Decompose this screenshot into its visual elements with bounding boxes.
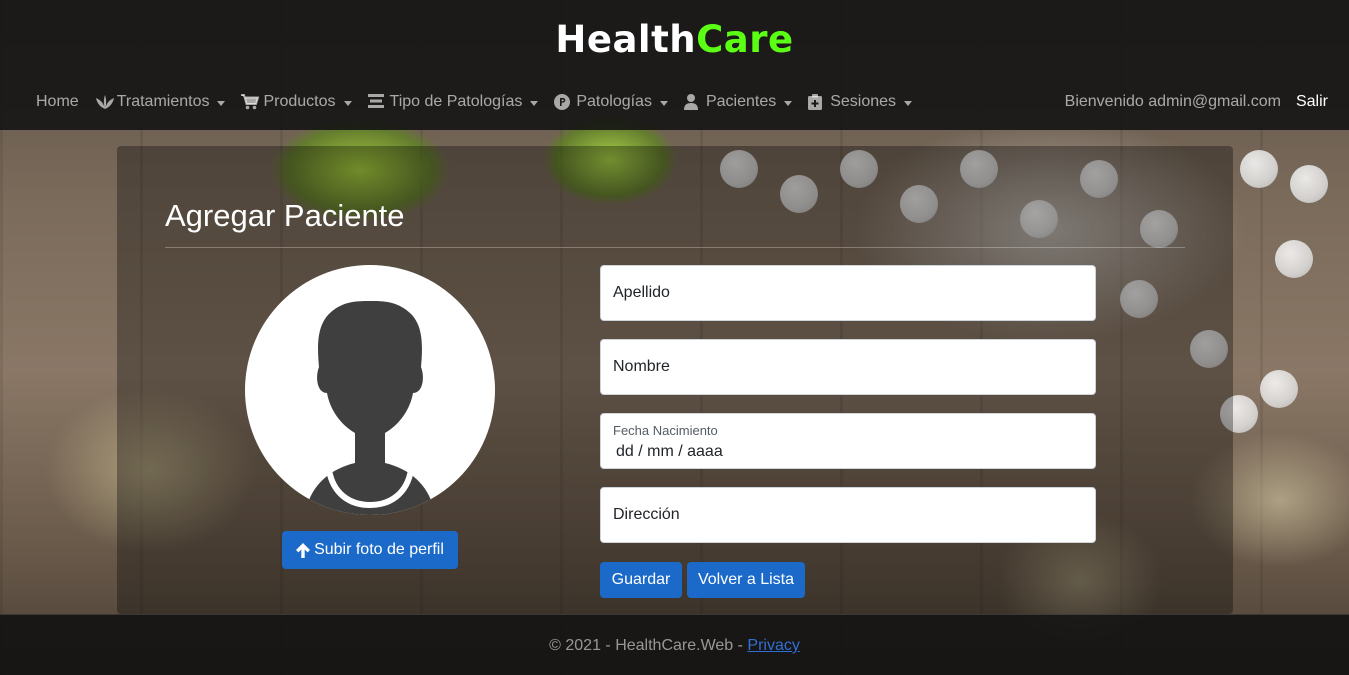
last-name-input[interactable] bbox=[601, 266, 1095, 320]
save-button[interactable]: Guardar bbox=[600, 562, 682, 598]
nav-patients-dropdown[interactable]: Pacientes bbox=[683, 93, 793, 111]
background-pill bbox=[1290, 165, 1328, 203]
add-patient-card: Agregar Paciente Subir foto de perfil Fe… bbox=[117, 146, 1233, 614]
main-nav: Home Tratamientos Productos Tipo de Pato… bbox=[36, 90, 928, 114]
user-icon bbox=[683, 94, 702, 110]
page-title: Agregar Paciente bbox=[165, 198, 405, 233]
chevron-down-icon bbox=[784, 100, 793, 106]
last-name-field bbox=[600, 265, 1096, 321]
nav-treatments-dropdown[interactable]: Tratamientos bbox=[95, 93, 226, 111]
clipboard-plus-icon bbox=[808, 94, 826, 110]
nav-sessions-label: Sesiones bbox=[830, 93, 897, 110]
top-navbar: HealthCare Home Tratamientos Productos T… bbox=[0, 0, 1349, 130]
nav-patients-label: Pacientes bbox=[705, 93, 777, 110]
brand-logo[interactable]: HealthCare bbox=[0, 18, 1349, 61]
background-pill bbox=[1240, 150, 1278, 188]
background-pill bbox=[1275, 240, 1313, 278]
letter-p-circle-icon bbox=[554, 94, 572, 110]
back-to-list-button[interactable]: Volver a Lista bbox=[687, 562, 805, 598]
welcome-user-text[interactable]: Bienvenido admin@gmail.com bbox=[1065, 93, 1281, 111]
upload-profile-photo-button[interactable]: Subir foto de perfil bbox=[282, 531, 458, 569]
nav-pathology-types-label: Tipo de Patologías bbox=[389, 93, 523, 110]
shopping-cart-icon bbox=[241, 94, 260, 110]
list-icon bbox=[367, 94, 386, 110]
chevron-down-icon bbox=[343, 100, 352, 106]
nav-home-label: Home bbox=[36, 93, 79, 110]
brand-part-health: Health bbox=[555, 18, 697, 61]
birth-date-label: Fecha Nacimiento bbox=[613, 423, 718, 438]
privacy-link[interactable]: Privacy bbox=[747, 637, 799, 654]
footer-copyright: © 2021 - HealthCare.Web - bbox=[549, 637, 748, 654]
nav-pathology-types-dropdown[interactable]: Tipo de Patologías bbox=[367, 93, 539, 111]
background-pill bbox=[1260, 370, 1298, 408]
address-input[interactable] bbox=[601, 488, 1095, 542]
chevron-down-icon bbox=[217, 100, 226, 106]
chevron-down-icon bbox=[904, 100, 913, 106]
footer: © 2021 - HealthCare.Web - Privacy bbox=[0, 614, 1349, 675]
nav-treatments-label: Tratamientos bbox=[116, 93, 210, 110]
seedling-icon bbox=[95, 94, 114, 110]
nav-products-label: Productos bbox=[263, 93, 336, 110]
brand-part-care: Care bbox=[696, 18, 794, 61]
user-silhouette-icon bbox=[305, 301, 435, 515]
logout-link[interactable]: Salir bbox=[1296, 93, 1328, 111]
title-divider bbox=[165, 247, 1185, 248]
chevron-down-icon bbox=[530, 100, 539, 106]
birth-date-input[interactable]: dd / mm / aaaa bbox=[616, 443, 723, 461]
nav-pathologies-dropdown[interactable]: Patologías bbox=[554, 93, 668, 111]
address-field bbox=[600, 487, 1096, 543]
arrow-up-icon bbox=[296, 542, 311, 558]
first-name-input[interactable] bbox=[601, 340, 1095, 394]
birth-date-field[interactable]: Fecha Nacimiento dd / mm / aaaa bbox=[600, 413, 1096, 469]
chevron-down-icon bbox=[659, 100, 668, 106]
nav-pathologies-label: Patologías bbox=[576, 93, 652, 110]
first-name-field bbox=[600, 339, 1096, 395]
nav-products-dropdown[interactable]: Productos bbox=[241, 93, 352, 111]
nav-sessions-dropdown[interactable]: Sesiones bbox=[808, 93, 913, 111]
nav-home[interactable]: Home bbox=[36, 93, 79, 111]
upload-profile-photo-label: Subir foto de perfil bbox=[314, 541, 444, 558]
profile-avatar-placeholder bbox=[245, 265, 495, 515]
